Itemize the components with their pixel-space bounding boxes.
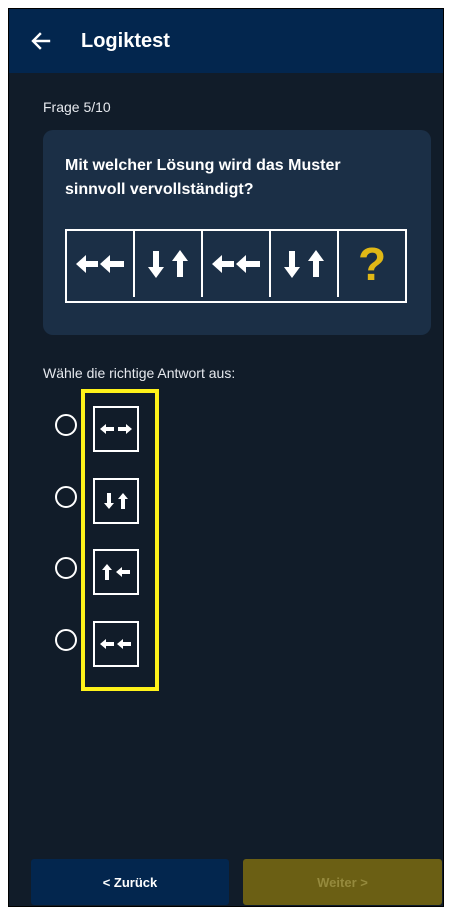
arrow-left-icon — [31, 32, 51, 50]
down-up-arrows-icon — [284, 250, 324, 278]
sequence-cell-missing: ? — [337, 231, 405, 297]
sequence-cell-1 — [67, 231, 133, 297]
app-screen: Logiktest Frage 5/10 Mit welcher Lösung … — [8, 8, 444, 907]
sequence-cell-4 — [269, 231, 337, 297]
radio-button[interactable] — [55, 629, 77, 651]
app-bar: Logiktest — [9, 9, 443, 73]
radio-button[interactable] — [55, 414, 77, 436]
radio-button[interactable] — [55, 557, 77, 579]
page-title: Logiktest — [81, 29, 170, 52]
sequence-cell-2 — [133, 231, 201, 297]
back-nav-button[interactable]: < Zurück — [31, 859, 229, 905]
sequence-cell-3 — [201, 231, 269, 297]
question-text: Mit welcher Lösung wird das Muster sinnv… — [65, 157, 341, 198]
question-card: Mit welcher Lösung wird das Muster sinnv… — [43, 130, 431, 335]
answer-prompt: Wähle die richtige Antwort aus: — [43, 365, 236, 381]
radio-button[interactable] — [55, 486, 77, 508]
question-progress: Frage 5/10 — [43, 99, 111, 115]
left-left-arrows-icon — [76, 255, 124, 273]
back-button[interactable] — [27, 27, 55, 55]
question-mark-icon: ? — [357, 238, 387, 290]
next-button[interactable]: Weiter > — [243, 859, 442, 905]
left-left-arrows-icon — [212, 255, 260, 273]
options-highlight-box — [81, 389, 159, 691]
pattern-sequence: ? — [65, 229, 407, 303]
down-up-arrows-icon — [148, 250, 188, 278]
